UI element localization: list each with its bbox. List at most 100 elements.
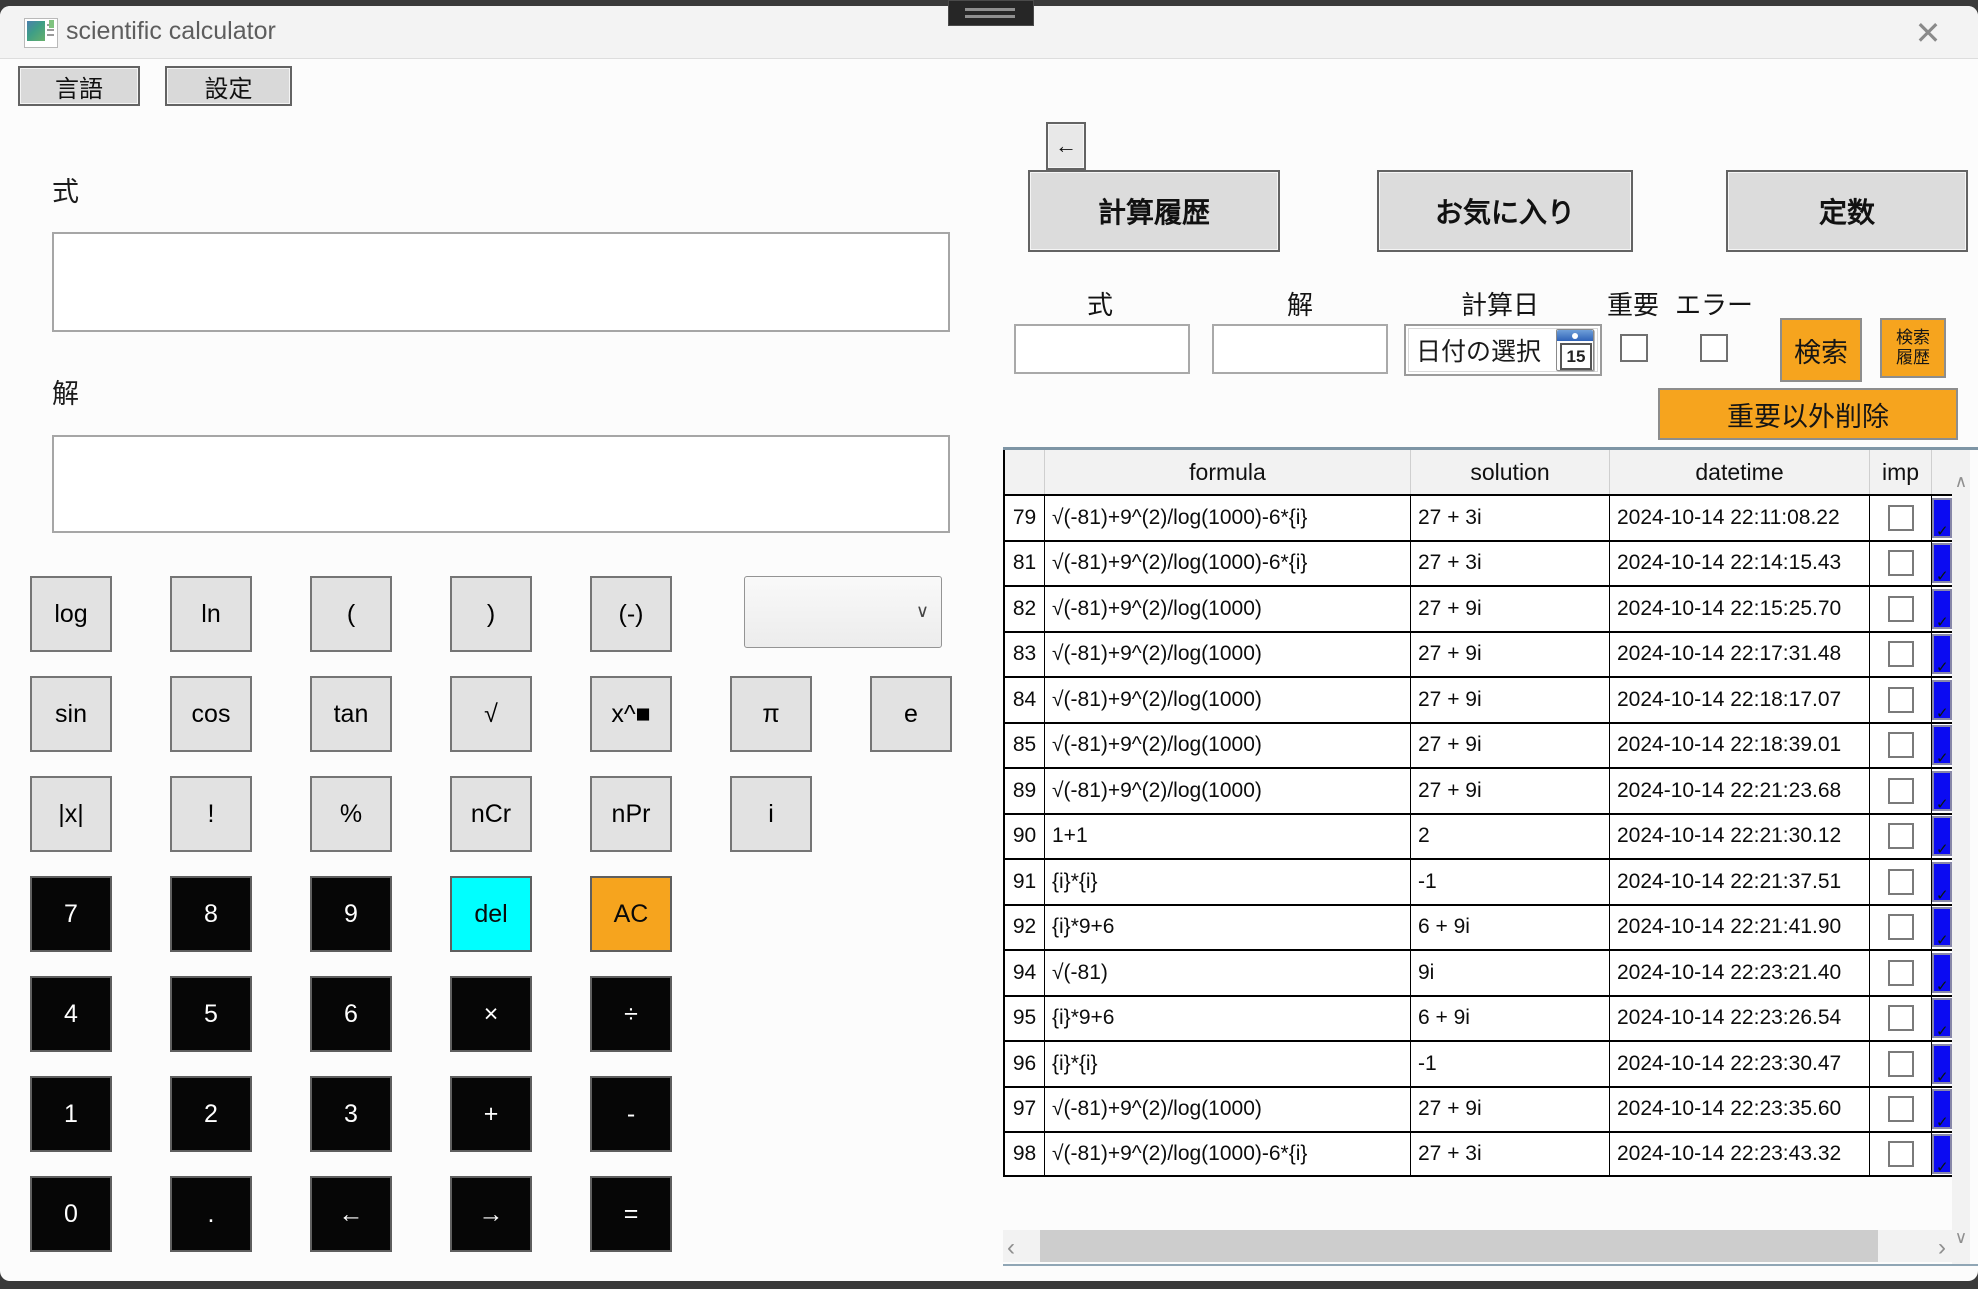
row-action-button[interactable]: ✓ xyxy=(1932,816,1952,856)
important-row-checkbox[interactable] xyxy=(1888,596,1914,622)
important-row-checkbox[interactable] xyxy=(1888,1096,1914,1122)
table-row[interactable]: 94 √(-81) 9i 2024-10-14 22:23:21.40 ✓ xyxy=(1005,949,1952,995)
equals-button[interactable]: = xyxy=(590,1176,672,1252)
screen-edge-handle[interactable] xyxy=(948,0,1034,26)
e-button[interactable]: e xyxy=(870,676,952,752)
scroll-left-icon[interactable]: ‹ xyxy=(1007,1234,1015,1262)
digit-3-button[interactable]: 3 xyxy=(310,1076,392,1152)
row-action-button[interactable]: ✓ xyxy=(1932,953,1952,993)
tab-favorites[interactable]: お気に入り xyxy=(1377,170,1633,252)
important-row-checkbox[interactable] xyxy=(1888,641,1914,667)
imaginary-button[interactable]: i xyxy=(730,776,812,852)
row-action-button[interactable]: ✓ xyxy=(1932,589,1952,629)
sqrt-button[interactable]: √ xyxy=(450,676,532,752)
calendar-icon[interactable]: 15 xyxy=(1556,329,1594,371)
ln-button[interactable]: ln xyxy=(170,576,252,652)
error-checkbox[interactable] xyxy=(1700,334,1728,362)
negate-button[interactable]: (-) xyxy=(590,576,672,652)
add-button[interactable]: + xyxy=(450,1076,532,1152)
row-action-button[interactable]: ✓ xyxy=(1932,1089,1952,1129)
digit-7-button[interactable]: 7 xyxy=(30,876,112,952)
table-row[interactable]: 92 {i}*9+6 6 + 9i 2024-10-14 22:21:41.90… xyxy=(1005,904,1952,950)
digit-0-button[interactable]: 0 xyxy=(30,1176,112,1252)
multiply-button[interactable]: × xyxy=(450,976,532,1052)
row-action-button[interactable]: ✓ xyxy=(1932,1044,1952,1084)
important-row-checkbox[interactable] xyxy=(1888,687,1914,713)
important-checkbox[interactable] xyxy=(1620,334,1648,362)
table-row[interactable]: 96 {i}*{i} -1 2024-10-14 22:23:30.47 ✓ xyxy=(1005,1040,1952,1086)
pi-button[interactable]: π xyxy=(730,676,812,752)
digit-9-button[interactable]: 9 xyxy=(310,876,392,952)
delete-button[interactable]: del xyxy=(450,876,532,952)
table-row[interactable]: 81 √(-81)+9^(2)/log(1000)-6*{i} 27 + 3i … xyxy=(1005,540,1952,586)
table-row[interactable]: 85 √(-81)+9^(2)/log(1000) 27 + 9i 2024-1… xyxy=(1005,722,1952,768)
search-button[interactable]: 検索 xyxy=(1780,318,1862,382)
row-action-button[interactable]: ✓ xyxy=(1932,725,1952,765)
delete-except-important-button[interactable]: 重要以外削除 xyxy=(1658,388,1958,440)
search-formula-input[interactable] xyxy=(1014,324,1190,374)
tab-calc-history[interactable]: 計算履歴 xyxy=(1028,170,1280,252)
table-row[interactable]: 90 1+1 2 2024-10-14 22:21:30.12 ✓ xyxy=(1005,813,1952,859)
table-row[interactable]: 89 √(-81)+9^(2)/log(1000) 27 + 9i 2024-1… xyxy=(1005,767,1952,813)
important-row-checkbox[interactable] xyxy=(1888,505,1914,531)
table-row[interactable]: 91 {i}*{i} -1 2024-10-14 22:21:37.51 ✓ xyxy=(1005,858,1952,904)
important-row-checkbox[interactable] xyxy=(1888,823,1914,849)
cursor-right-button[interactable]: → xyxy=(450,1176,532,1252)
row-action-button[interactable]: ✓ xyxy=(1932,907,1952,947)
language-button[interactable]: 言語 xyxy=(18,66,140,106)
scroll-down-icon[interactable]: ∨ xyxy=(1952,1228,1970,1248)
npr-button[interactable]: nPr xyxy=(590,776,672,852)
digit-6-button[interactable]: 6 xyxy=(310,976,392,1052)
digit-1-button[interactable]: 1 xyxy=(30,1076,112,1152)
important-row-checkbox[interactable] xyxy=(1888,869,1914,895)
date-picker[interactable]: 日付の選択 15 xyxy=(1404,324,1602,376)
table-row[interactable]: 97 √(-81)+9^(2)/log(1000) 27 + 9i 2024-1… xyxy=(1005,1086,1952,1132)
row-action-button[interactable]: ✓ xyxy=(1932,680,1952,720)
search-history-button[interactable]: 検索履歴 xyxy=(1880,318,1946,378)
decimal-button[interactable]: . xyxy=(170,1176,252,1252)
abs-button[interactable]: |x| xyxy=(30,776,112,852)
cos-button[interactable]: cos xyxy=(170,676,252,752)
divide-button[interactable]: ÷ xyxy=(590,976,672,1052)
back-button[interactable]: ← xyxy=(1046,122,1086,170)
row-action-button[interactable]: ✓ xyxy=(1932,498,1952,538)
row-action-button[interactable]: ✓ xyxy=(1932,1134,1952,1174)
sin-button[interactable]: sin xyxy=(30,676,112,752)
row-action-button[interactable]: ✓ xyxy=(1932,771,1952,811)
close-icon[interactable]: ✕ xyxy=(1906,14,1950,52)
important-row-checkbox[interactable] xyxy=(1888,1141,1914,1167)
subtract-button[interactable]: - xyxy=(590,1076,672,1152)
table-row[interactable]: 83 √(-81)+9^(2)/log(1000) 27 + 9i 2024-1… xyxy=(1005,631,1952,677)
important-row-checkbox[interactable] xyxy=(1888,1005,1914,1031)
power-button[interactable]: x^■ xyxy=(590,676,672,752)
digit-5-button[interactable]: 5 xyxy=(170,976,252,1052)
row-action-button[interactable]: ✓ xyxy=(1932,543,1952,583)
all-clear-button[interactable]: AC xyxy=(590,876,672,952)
row-action-button[interactable]: ✓ xyxy=(1932,998,1952,1038)
digit-2-button[interactable]: 2 xyxy=(170,1076,252,1152)
row-action-button[interactable]: ✓ xyxy=(1932,634,1952,674)
table-row[interactable]: 98 √(-81)+9^(2)/log(1000)-6*{i} 27 + 3i … xyxy=(1005,1131,1952,1177)
settings-button[interactable]: 設定 xyxy=(165,66,292,106)
scroll-right-icon[interactable]: › xyxy=(1938,1234,1946,1262)
formula-input[interactable] xyxy=(52,232,950,332)
important-row-checkbox[interactable] xyxy=(1888,778,1914,804)
open-paren-button[interactable]: ( xyxy=(310,576,392,652)
table-row[interactable]: 84 √(-81)+9^(2)/log(1000) 27 + 9i 2024-1… xyxy=(1005,676,1952,722)
angle-mode-dropdown[interactable]: ∨ xyxy=(744,576,942,648)
important-row-checkbox[interactable] xyxy=(1888,914,1914,940)
table-row[interactable]: 82 √(-81)+9^(2)/log(1000) 27 + 9i 2024-1… xyxy=(1005,585,1952,631)
digit-8-button[interactable]: 8 xyxy=(170,876,252,952)
scroll-up-icon[interactable]: ∧ xyxy=(1952,472,1970,492)
table-row[interactable]: 95 {i}*9+6 6 + 9i 2024-10-14 22:23:26.54… xyxy=(1005,995,1952,1041)
row-action-button[interactable]: ✓ xyxy=(1932,862,1952,902)
table-row[interactable]: 79 √(-81)+9^(2)/log(1000)-6*{i} 27 + 3i … xyxy=(1005,494,1952,540)
important-row-checkbox[interactable] xyxy=(1888,732,1914,758)
search-solution-input[interactable] xyxy=(1212,324,1388,374)
cursor-left-button[interactable]: ← xyxy=(310,1176,392,1252)
ncr-button[interactable]: nCr xyxy=(450,776,532,852)
factorial-button[interactable]: ! xyxy=(170,776,252,852)
horizontal-scrollbar[interactable]: ‹ › xyxy=(1003,1230,1952,1262)
log-button[interactable]: log xyxy=(30,576,112,652)
digit-4-button[interactable]: 4 xyxy=(30,976,112,1052)
